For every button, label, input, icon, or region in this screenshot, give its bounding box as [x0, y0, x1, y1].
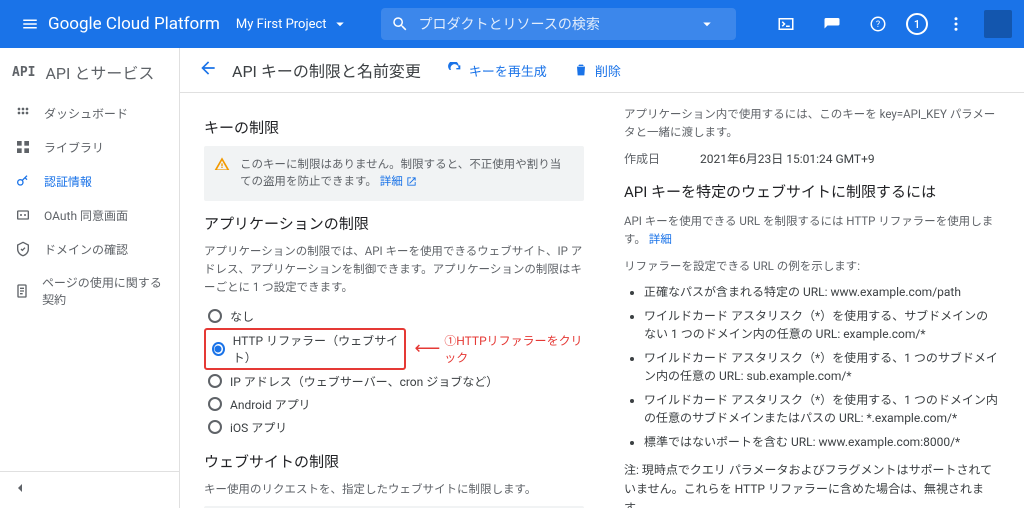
restrict-desc: API キーを使用できる URL を制限するには HTTP リファラーを使用しま…: [624, 212, 1000, 249]
dashboard-icon: [14, 104, 32, 122]
arrow-left-icon: [198, 58, 218, 78]
product-title: Google Cloud Platform: [48, 14, 220, 34]
no-restrictions-warning: このキーに制限はありません。制限すると、不正使用や割り当ての盗用を防止できます。…: [204, 146, 584, 201]
app-restriction-radio-group: なし HTTP リファラー（ウェブサイト） ⟵①HTTPリファラーをクリック I…: [204, 305, 584, 439]
created-label: 作成日: [624, 150, 660, 167]
nav-label: ページの使用に関する契約: [42, 274, 165, 308]
list-item: 正確なパスが含まれる特定の URL: www.example.com/path: [644, 283, 1000, 301]
chevron-down-icon: [331, 15, 349, 33]
search-input[interactable]: [419, 16, 698, 32]
chevron-down-icon[interactable]: [698, 15, 716, 33]
list-item: ワイルドカード アスタリスク（*）を使用する、サブドメインのない 1 つのドメイ…: [644, 307, 1000, 343]
annotation-1: ⟵①HTTPリファラーをクリック: [414, 332, 584, 366]
cloud-shell-icon[interactable]: [774, 12, 798, 36]
regenerate-key-button[interactable]: キーを再生成: [447, 61, 547, 80]
sidebar-collapse-button[interactable]: [0, 471, 179, 508]
usage-note: アプリケーション内で使用するには、このキーを key=API_KEY パラメータ…: [624, 105, 1000, 142]
open-in-new-icon: [406, 176, 417, 187]
main-area: API キーの制限と名前変更 キーを再生成 削除 キーの制限 このキーに制限はあ…: [180, 48, 1024, 508]
refresh-icon: [447, 62, 463, 78]
radio-ios[interactable]: iOS アプリ: [204, 416, 584, 439]
search-bar[interactable]: [381, 8, 736, 40]
project-name: My First Project: [236, 17, 327, 32]
nav-label: ドメインの確認: [44, 241, 128, 258]
details-link[interactable]: 詳細: [380, 174, 417, 188]
key-icon: [14, 172, 32, 190]
created-date-row: 作成日 2021年6月23日 15:01:24 GMT+9: [624, 150, 1000, 167]
created-value: 2021年6月23日 15:01:24 GMT+9: [700, 150, 875, 167]
section-app-restrictions: アプリケーションの制限: [204, 213, 584, 234]
sidebar: API API とサービス ダッシュボード ライブラリ 認証情報 OAuth 同…: [0, 48, 180, 508]
api-logo: API: [12, 65, 35, 80]
radio-none[interactable]: なし: [204, 305, 584, 328]
svg-text:?: ?: [876, 20, 880, 30]
nav-page-usage-agreement[interactable]: ページの使用に関する契約: [0, 266, 179, 316]
top-header: Google Cloud Platform My First Project ?…: [0, 0, 1024, 48]
nav-oauth-consent[interactable]: OAuth 同意画面: [0, 198, 179, 232]
more-vert-icon[interactable]: [944, 12, 968, 36]
restrict-to-website-heading: API キーを特定のウェブサイトに制限するには: [624, 181, 1000, 202]
nav-label: 認証情報: [44, 173, 92, 190]
back-button[interactable]: [198, 58, 218, 82]
consent-icon: [14, 206, 32, 224]
sidebar-title: API とサービス: [45, 60, 154, 84]
warning-icon: [214, 156, 230, 177]
radio-android[interactable]: Android アプリ: [204, 393, 584, 416]
nav-label: ダッシュボード: [44, 105, 128, 122]
nav-label: OAuth 同意画面: [44, 207, 128, 224]
verified-icon: [14, 240, 32, 258]
project-selector[interactable]: My First Project: [236, 15, 349, 33]
nav-label: ライブラリ: [44, 139, 104, 156]
search-icon: [391, 15, 409, 33]
page-header: API キーの制限と名前変更 キーを再生成 削除: [180, 48, 1024, 93]
nav-dashboard[interactable]: ダッシュボード: [0, 96, 179, 130]
chevron-left-icon: [12, 480, 28, 496]
notifications-badge[interactable]: 1: [906, 13, 928, 35]
list-item: ワイルドカード アスタリスク（*）を使用する、1 つのサブドメイン内の任意の U…: [644, 349, 1000, 385]
library-icon: [14, 138, 32, 156]
user-avatar[interactable]: [984, 10, 1012, 38]
messages-icon[interactable]: [820, 12, 844, 36]
list-item: ワイルドカード アスタリスク（*）を使用する、1 つのドメイン内の任意のサブドメ…: [644, 391, 1000, 427]
query-fragment-note: 注: 現時点でクエリ パラメータおよびフラグメントはサポートされていません。これ…: [624, 461, 1000, 508]
referrer-examples-list: 正確なパスが含まれる特定の URL: www.example.com/path …: [624, 283, 1000, 451]
radio-http-referrer[interactable]: HTTP リファラー（ウェブサイト）: [204, 328, 406, 370]
app-restrictions-desc: アプリケーションの制限では、API キーを使用できるウェブサイト、IP アドレス…: [204, 242, 584, 297]
trash-icon: [573, 62, 589, 78]
examples-intro: リファラーを設定できる URL の例を示します:: [624, 257, 1000, 275]
section-key-restrictions: キーの制限: [204, 117, 584, 138]
hamburger-menu-icon[interactable]: [18, 12, 42, 36]
section-website-restrictions: ウェブサイトの制限: [204, 451, 584, 472]
list-item: 標準ではないポートを含む URL: www.example.com:8000/*: [644, 433, 1000, 451]
delete-key-button[interactable]: 削除: [573, 61, 621, 80]
nav-credentials[interactable]: 認証情報: [0, 164, 179, 198]
radio-ip-addresses[interactable]: IP アドレス（ウェブサーバー、cron ジョブなど）: [204, 370, 584, 393]
nav-domain-verification[interactable]: ドメインの確認: [0, 232, 179, 266]
sidebar-header: API API とサービス: [0, 48, 179, 96]
website-restrictions-desc: キー使用のリクエストを、指定したウェブサイトに制限します。: [204, 480, 584, 498]
document-icon: [14, 282, 30, 300]
page-title: API キーの制限と名前変更: [232, 58, 421, 82]
nav-library[interactable]: ライブラリ: [0, 130, 179, 164]
details-link-2[interactable]: 詳細: [649, 232, 672, 246]
help-icon[interactable]: ?: [866, 12, 890, 36]
